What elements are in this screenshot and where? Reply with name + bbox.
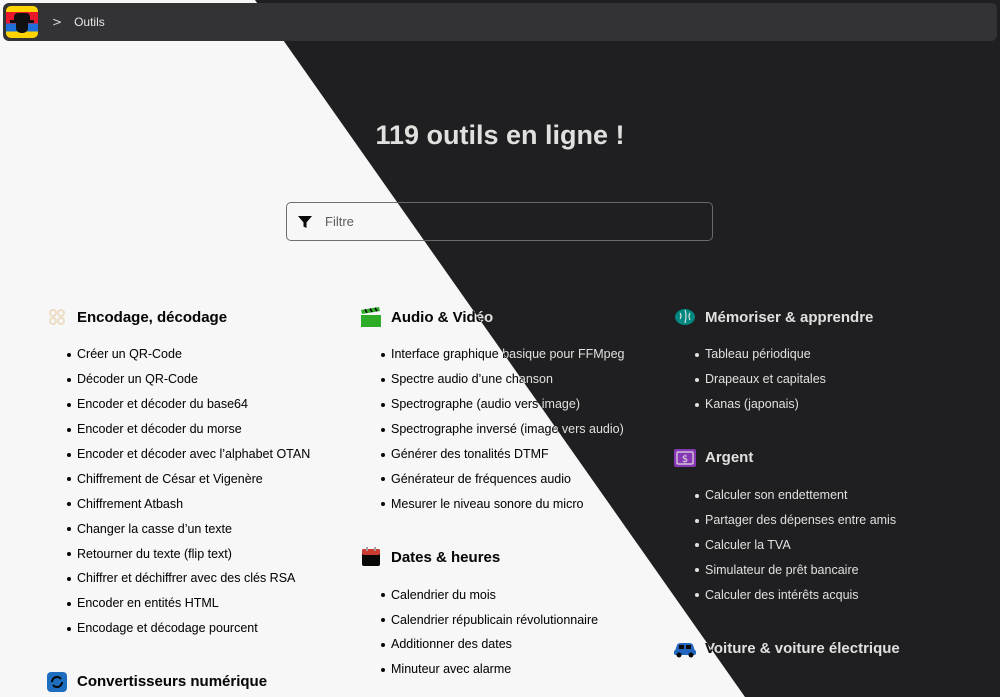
list-item[interactable]: Interface graphique basique pour FFMpeg	[358, 342, 658, 367]
column-1: Encodage, décodage Créer un QR-Code Déco…	[44, 300, 344, 697]
list-item[interactable]: Spectrographe inversé (image vers audio)	[358, 417, 658, 442]
section-encodage: Encodage, décodage Créer un QR-Code Déco…	[44, 300, 344, 641]
filter-box[interactable]	[286, 202, 713, 241]
section-title: Convertisseurs numérique	[77, 673, 268, 691]
refresh-icon	[44, 669, 70, 695]
list-item[interactable]: Kanas (japonais)	[672, 392, 972, 417]
list-item[interactable]: Décoder un QR-Code	[44, 367, 344, 392]
section-title: Audio & Vidéo	[391, 308, 494, 326]
list-item[interactable]: Encoder et décoder du morse	[44, 417, 344, 442]
banknote-icon: $	[672, 445, 698, 471]
section-audio-video: Audio & Vidéo Interface graphique basiqu…	[358, 300, 658, 516]
list-item[interactable]: Calculer son endettement	[672, 483, 972, 508]
section-convertisseurs: Convertisseurs numérique	[44, 665, 344, 697]
list-item[interactable]: Mesurer le niveau sonore du micro	[358, 491, 658, 516]
list-item[interactable]: Encoder et décoder du base64	[44, 392, 344, 417]
list-item[interactable]: Chiffrement de César et Vigenère	[44, 466, 344, 491]
section-memoriser: Mémoriser & apprendre Tableau périodique…	[672, 300, 972, 417]
site-logo[interactable]	[6, 6, 38, 38]
list-item[interactable]: Simulateur de prêt bancaire	[672, 557, 972, 582]
list-item[interactable]: Drapeaux et capitales	[672, 367, 972, 392]
list-item[interactable]: Générer des tonalités DTMF	[358, 442, 658, 467]
calendar-icon	[358, 544, 384, 570]
breadcrumb-current[interactable]: Outils	[74, 15, 105, 29]
section-title: Encodage, décodage	[77, 308, 228, 326]
top-bar: > Outils	[3, 3, 997, 41]
list-item[interactable]: Encodage et décodage pourcent	[44, 616, 344, 641]
column-2: Audio & Vidéo Interface graphique basiqu…	[358, 300, 658, 697]
section-title: Voiture & voiture électrique	[705, 639, 900, 657]
list-item[interactable]: Retourner du texte (flip text)	[44, 541, 344, 566]
list-item[interactable]: Chiffrer et déchiffrer avec des clés RSA	[44, 566, 344, 591]
list-item[interactable]: Créer un QR-Code	[44, 342, 344, 367]
list-item[interactable]: Encoder en entités HTML	[44, 591, 344, 616]
list-item[interactable]: Spectre audio d’une chanson	[358, 367, 658, 392]
list-item[interactable]: Calculer la TVA	[672, 532, 972, 557]
list-item[interactable]: Tableau périodique	[672, 342, 972, 367]
section-title: Mémoriser & apprendre	[705, 308, 874, 326]
list-item[interactable]: Calendrier républicain révolutionnaire	[358, 607, 658, 632]
list-item[interactable]: Changer la casse d’un texte	[44, 516, 344, 541]
list-item[interactable]: Générateur de fréquences audio	[358, 466, 658, 491]
list-item[interactable]: Additionner des dates	[358, 632, 658, 657]
clapper-icon	[358, 304, 384, 330]
list-item[interactable]: Minuteur avec alarme	[358, 657, 658, 682]
main-content: 119 outils en ligne ! Encodage, décodage	[0, 0, 1000, 697]
car-icon	[672, 635, 698, 661]
list-item[interactable]: Encoder et décoder avec l’alphabet OTAN	[44, 442, 344, 467]
filter-input[interactable]	[325, 214, 685, 229]
list-item[interactable]: Calculer des intérêts acquis	[672, 582, 972, 607]
section-title: Dates & heures	[391, 548, 501, 566]
section-voiture: Voiture & voiture électrique	[672, 631, 972, 665]
column-3: Mémoriser & apprendre Tableau périodique…	[672, 300, 972, 689]
section-dates: Dates & heures Calendrier du mois Calend…	[358, 540, 658, 682]
brain-icon	[672, 304, 698, 330]
list-item[interactable]: Spectrographe (audio vers image)	[358, 392, 658, 417]
list-item[interactable]: Calendrier du mois	[358, 582, 658, 607]
section-title: Argent	[705, 449, 754, 467]
list-item[interactable]: Partager des dépenses entre amis	[672, 508, 972, 533]
list-item[interactable]: Chiffrement Atbash	[44, 491, 344, 516]
page-title: 119 outils en ligne !	[375, 120, 625, 150]
funnel-icon	[298, 215, 312, 228]
svg-text:$: $	[682, 454, 688, 465]
dots-grid-icon	[44, 304, 70, 330]
section-argent: $ Argent Calculer son endettement Partag…	[672, 441, 972, 607]
breadcrumb-separator: >	[52, 15, 63, 29]
